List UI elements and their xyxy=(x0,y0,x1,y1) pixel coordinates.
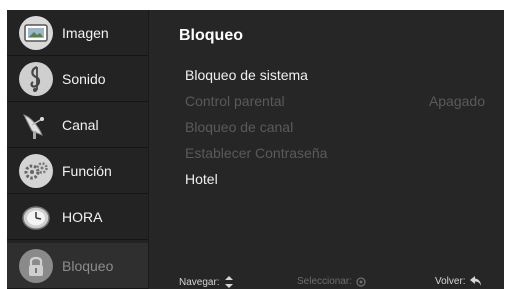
sidebar-item-funcion[interactable]: Función xyxy=(7,148,148,194)
menu-item-label: Hotel xyxy=(185,171,218,187)
menu-item-hotel[interactable]: Hotel xyxy=(185,171,485,191)
sidebar-item-label: HORA xyxy=(62,208,103,225)
menu-item-control-parental[interactable]: Control parental Apagado xyxy=(185,93,485,113)
navigate-hint: Navegar: xyxy=(179,276,234,288)
music-note-icon xyxy=(19,61,53,96)
menu-item-label: Bloqueo de sistema xyxy=(185,67,308,83)
sidebar-item-label: Canal xyxy=(62,116,99,133)
back-label: Volver: xyxy=(435,276,466,287)
menu-item-value: Apagado xyxy=(428,93,485,109)
back-hint: Volver: xyxy=(435,276,482,287)
sidebar-item-label: Sonido xyxy=(62,70,106,87)
tv-menu-screen: Imagen Sonido Canal Función HORA Bloqueo… xyxy=(7,10,504,289)
ok-button-icon xyxy=(356,276,366,287)
select-hint: Seleccionar: xyxy=(297,276,366,287)
sidebar-item-canal[interactable]: Canal xyxy=(7,102,148,148)
menu-item-label: Bloqueo de canal xyxy=(185,119,294,135)
sidebar-item-label: Imagen xyxy=(62,24,109,41)
footer-hints: Navegar: Seleccionar: Volver: xyxy=(179,276,501,289)
select-label: Seleccionar: xyxy=(297,276,353,287)
picture-icon xyxy=(19,15,53,50)
gears-icon xyxy=(19,153,53,188)
sidebar-item-imagen[interactable]: Imagen xyxy=(7,10,148,56)
menu-item-bloqueo-de-sistema[interactable]: Bloqueo de sistema xyxy=(185,67,485,87)
clock-icon xyxy=(19,200,53,234)
menu-item-label: Establecer Contraseña xyxy=(185,145,328,161)
sidebar-item-label: Bloqueo xyxy=(62,257,114,274)
menu-item-establecer-contrasena[interactable]: Establecer Contraseña xyxy=(185,145,485,165)
menu-item-bloqueo-de-canal[interactable]: Bloqueo de canal xyxy=(185,119,485,139)
lock-icon xyxy=(19,248,53,283)
sidebar-item-bloqueo[interactable]: Bloqueo xyxy=(7,243,148,289)
sidebar-item-sonido[interactable]: Sonido xyxy=(7,56,148,102)
sidebar-item-label: Función xyxy=(62,162,112,179)
menu-panel: Bloqueo Bloqueo de sistema Control paren… xyxy=(149,10,504,289)
sidebar-item-hora[interactable]: HORA xyxy=(7,194,148,240)
satellite-dish-icon xyxy=(19,108,53,142)
menu-item-label: Control parental xyxy=(185,93,285,109)
page-title: Bloqueo xyxy=(179,27,243,44)
navigate-label: Navegar: xyxy=(179,276,220,288)
back-arrow-icon xyxy=(469,276,481,286)
navigate-arrows-icon xyxy=(224,276,233,288)
sidebar: Imagen Sonido Canal Función HORA Bloqueo xyxy=(7,10,148,289)
